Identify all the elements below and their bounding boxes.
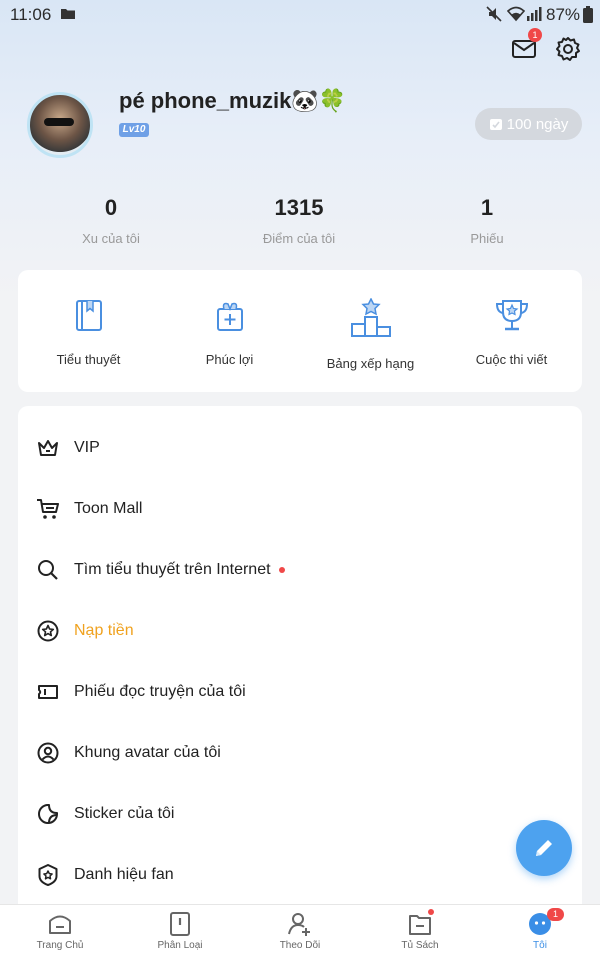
stat-label: Điểm của tôi <box>262 231 336 246</box>
battery-icon <box>583 6 593 23</box>
stat-tickets[interactable]: 1 Phiếu <box>407 195 567 246</box>
search-icon <box>38 560 58 580</box>
status-bar: 11:06 87% <box>0 0 600 28</box>
folder-icon <box>61 9 75 19</box>
menu-label: Khung avatar của tôi <box>74 744 221 761</box>
home-icon <box>49 915 71 934</box>
quick-links-card: Tiểu thuyết Phúc lợi Bảng xếp hạng Cuộc … <box>18 270 582 392</box>
quick-link-label: Cuộc thi viết <box>475 352 548 367</box>
cart-icon <box>37 499 59 519</box>
stat-points[interactable]: 1315 Điểm của tôi <box>219 195 379 246</box>
pencil-icon <box>536 840 552 856</box>
nav-label: Tôi <box>533 940 547 951</box>
calendar-check-icon <box>489 119 502 130</box>
quick-link-label: Tiểu thuyết <box>56 352 121 367</box>
avatar-frame-icon <box>37 742 59 764</box>
nav-me-badge: 1 <box>547 908 564 921</box>
nav-label: Tủ Sách <box>401 940 439 951</box>
menu-label: Sticker của tôi <box>74 805 175 822</box>
quick-link-rankings[interactable]: Bảng xếp hạng <box>300 298 441 371</box>
bookshelf-icon <box>409 915 431 935</box>
gift-icon <box>216 302 243 331</box>
sticker-icon <box>38 804 58 824</box>
trophy-icon <box>495 300 528 331</box>
menu-card: VIP Toon Mall Tìm tiểu thuyết trên Inter… <box>18 406 582 926</box>
stat-value: 1315 <box>274 195 324 220</box>
nav-label: Theo Dõi <box>279 940 321 951</box>
menu-label: Phiếu đọc truyện của tôi <box>74 683 246 700</box>
menu-item-stickers[interactable]: Sticker của tôi <box>36 794 556 834</box>
bookshelf-dot <box>428 909 434 915</box>
nav-label: Phân Loại <box>157 940 203 951</box>
mute-icon <box>486 6 502 22</box>
menu-label: Toon Mall <box>74 500 143 517</box>
crown-icon <box>38 440 58 456</box>
bottom-nav: Trang Chủ Phân Loại Theo Dõi Tủ Sách Tôi <box>0 904 600 961</box>
menu-item-toon-mall[interactable]: Toon Mall <box>36 489 556 529</box>
menu-item-avatar-frame[interactable]: Khung avatar của tôi <box>36 733 556 773</box>
stat-value: 1 <box>480 195 494 220</box>
menu-item-reading-tickets[interactable]: Phiếu đọc truyện của tôi <box>36 672 556 712</box>
menu-item-vip[interactable]: VIP <box>36 428 556 468</box>
nav-following[interactable]: Theo Dõi <box>240 911 360 951</box>
avatar-detail <box>44 118 74 126</box>
nav-me[interactable]: Tôi <box>480 911 600 951</box>
coin-star-icon <box>37 620 59 642</box>
status-time: 11:06 <box>10 5 52 24</box>
quick-link-novels[interactable]: Tiểu thuyết <box>18 298 159 367</box>
quick-link-label: Phúc lợi <box>205 352 254 367</box>
days-label: 100 ngày <box>506 115 569 133</box>
podium-icon <box>350 298 391 337</box>
menu-label: VIP <box>74 439 100 456</box>
write-button[interactable] <box>516 820 572 876</box>
quick-link-label: Bảng xếp hạng <box>326 356 415 371</box>
menu-label: Danh hiệu fan <box>74 866 174 883</box>
stat-label: Phiếu <box>470 231 504 246</box>
nav-home[interactable]: Trang Chủ <box>0 911 120 951</box>
nav-label: Trang Chủ <box>36 940 84 951</box>
wifi-icon <box>507 6 525 22</box>
gear-icon[interactable] <box>555 36 581 62</box>
quick-link-writing-contest[interactable]: Cuộc thi viết <box>441 298 582 367</box>
menu-label: Tìm tiểu thuyết trên Internet <box>74 561 271 578</box>
level-badge: Lv10 <box>119 123 149 137</box>
days-checkin-button[interactable]: 100 ngày <box>475 108 582 140</box>
menu-item-internet-search[interactable]: Tìm tiểu thuyết trên Internet <box>36 550 556 590</box>
stat-value: 0 <box>104 195 118 220</box>
header-background <box>0 0 600 300</box>
mail-badge: 1 <box>528 28 542 42</box>
menu-item-fan-titles[interactable]: Danh hiệu fan <box>36 855 556 895</box>
menu-label: Nạp tiền <box>74 622 134 639</box>
stat-coins[interactable]: 0 Xu của tôi <box>31 195 191 246</box>
battery-percent: 87% <box>546 5 581 24</box>
nav-bookshelf[interactable]: Tủ Sách <box>360 911 480 951</box>
stat-label: Xu của tôi <box>82 231 140 246</box>
nav-categories[interactable]: Phân Loại <box>120 911 240 951</box>
quick-link-benefits[interactable]: Phúc lợi <box>159 298 300 367</box>
book-icon <box>75 300 102 331</box>
username: pé phone_muzik🐼🍀 <box>119 88 347 113</box>
signal-icon <box>527 7 542 21</box>
badge-star-icon <box>38 864 58 886</box>
new-indicator-dot <box>278 567 285 573</box>
menu-item-top-up[interactable]: Nạp tiền <box>36 611 556 651</box>
book-outline-icon <box>170 912 190 936</box>
add-user-icon <box>288 913 310 936</box>
ticket-icon <box>38 685 58 699</box>
